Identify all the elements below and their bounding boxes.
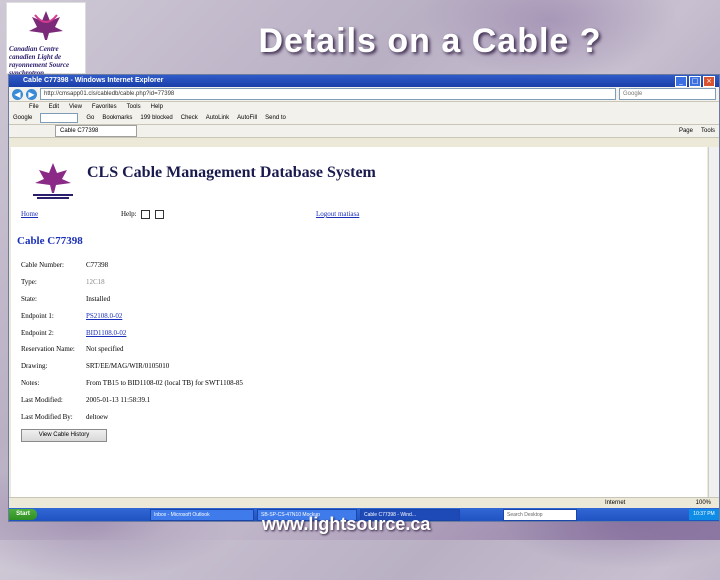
taskbar-clock: 10:37 PM [689, 509, 719, 520]
endpoint-2-link[interactable]: BID1108.0-02 [86, 329, 126, 337]
field-label: Reservation Name: [21, 345, 75, 354]
field-label: Type: [21, 277, 37, 286]
bookmarks-button[interactable]: Bookmarks [102, 112, 132, 124]
zone-status: Internet [605, 500, 626, 506]
logout-link[interactable]: Logout matiasa [316, 210, 359, 218]
cls-app-logo-icon [33, 163, 73, 199]
field-value: 12C18 [86, 277, 105, 286]
window-title: Cable C77398 - Windows Internet Explorer [23, 77, 164, 84]
vertical-scrollbar[interactable] [708, 147, 719, 497]
home-link[interactable]: Home [21, 210, 38, 218]
close-button[interactable]: × [703, 76, 715, 87]
app-title: CLS Cable Management Database System [87, 164, 376, 181]
tab-bar: Cable C77398 Page Tools [9, 125, 719, 138]
window-controls: _ □ × [675, 76, 715, 87]
help-doc-icon[interactable] [155, 210, 165, 219]
desktop-search-input[interactable]: Search Desktop [503, 508, 577, 521]
help-pdf-icon[interactable] [141, 210, 151, 219]
menu-view[interactable]: View [69, 102, 82, 112]
page-content: CLS Cable Management Database System Hom… [11, 147, 707, 497]
send-to-button[interactable]: Send to [265, 112, 286, 124]
menu-file[interactable]: File [29, 102, 39, 112]
slide-title: Details on a Cable ? [258, 22, 602, 60]
search-input[interactable]: Google [619, 88, 716, 100]
field-value: Installed [86, 294, 111, 303]
field-label: Drawing: [21, 362, 48, 371]
google-search-input[interactable] [40, 113, 79, 123]
field-label: Endpoint 2: [21, 328, 54, 337]
autofill-button[interactable]: AutoFill [237, 112, 257, 124]
field-label: State: [21, 294, 37, 303]
field-label: Endpoint 1: [21, 311, 54, 320]
menu-favorites[interactable]: Favorites [92, 102, 117, 112]
field-value: deltoew [86, 413, 109, 422]
maximize-button[interactable]: □ [689, 76, 701, 87]
browser-window: Cable C77398 - Windows Internet Explorer… [8, 74, 720, 522]
field-value: SRT/EE/MAG/WIR/0105010 [86, 362, 170, 371]
address-input[interactable]: http://cmsapp01.cls/cabledb/cable.php?id… [40, 88, 616, 100]
autolink-button[interactable]: AutoLink [206, 112, 229, 124]
field-value: Not specified [86, 345, 124, 354]
field-label: Last Modified By: [21, 413, 73, 422]
task-outlook[interactable]: Inbox - Microsoft Outlook [150, 508, 254, 521]
field-value: 2005-01-13 11:58:39.1 [86, 396, 151, 405]
field-value: From TB15 to BID1108-02 (local TB) for S… [86, 379, 243, 388]
minimize-button[interactable]: _ [675, 76, 687, 87]
cls-logo: Canadian Centre canadien Light de rayonn… [6, 2, 86, 77]
help-section: Help: [121, 210, 165, 219]
endpoint-1-link[interactable]: PS2108.0-02 [86, 312, 122, 320]
check-button[interactable]: Check [181, 112, 198, 124]
page-menu[interactable]: Page [679, 125, 693, 137]
popup-blocked-button[interactable]: 199 blocked [140, 112, 172, 124]
help-label: Help: [121, 210, 137, 219]
menu-tools[interactable]: Tools [127, 102, 141, 112]
address-bar-row: ◀ ▶ http://cmsapp01.cls/cabledb/cable.ph… [9, 87, 719, 102]
field-label: Notes: [21, 379, 40, 388]
footer-url: www.lightsource.ca [262, 514, 431, 534]
tab-tools: Page Tools [679, 125, 715, 137]
google-label: Google [13, 115, 33, 121]
menu-edit[interactable]: Edit [49, 102, 59, 112]
google-go-button[interactable]: Go [86, 112, 94, 124]
tools-menu[interactable]: Tools [701, 125, 715, 137]
cable-heading: Cable C77398 [17, 235, 83, 247]
field-label: Last Modified: [21, 396, 63, 405]
back-button[interactable]: ◀ [12, 88, 23, 100]
field-value: C77398 [86, 261, 109, 269]
logo-text: Canadian Centre canadien Light de rayonn… [9, 45, 70, 77]
maple-leaf-icon [29, 11, 63, 40]
menu-help[interactable]: Help [151, 102, 163, 112]
start-button[interactable]: Start [9, 509, 37, 520]
status-bar: Internet 100% [9, 497, 719, 508]
view-cable-history-button[interactable]: View Cable History [21, 429, 107, 442]
window-titlebar: Cable C77398 - Windows Internet Explorer… [9, 75, 719, 87]
tab-cable[interactable]: Cable C77398 [55, 125, 137, 137]
zoom-level[interactable]: 100% [696, 498, 711, 508]
forward-button[interactable]: ▶ [26, 88, 37, 100]
google-toolbar: Google Go Bookmarks 199 blocked Check Au… [9, 112, 719, 125]
field-label: Cable Number: [21, 261, 64, 269]
menu-bar: File Edit View Favorites Tools Help [9, 102, 719, 112]
